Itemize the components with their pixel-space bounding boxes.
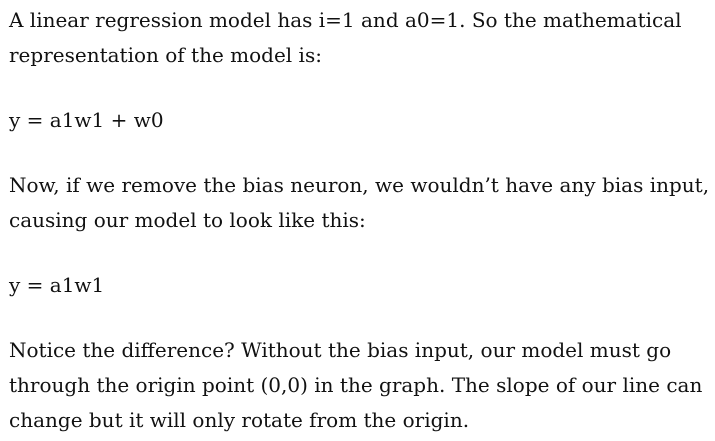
intro-paragraph: A linear regression model has i=1 and a0… bbox=[9, 3, 715, 73]
remove-bias-line-2: causing our model to look like this: bbox=[9, 208, 366, 232]
notice-line-2: through the origin point (0,0) in the gr… bbox=[9, 373, 703, 397]
notice-paragraph: Notice the difference? Without the bias … bbox=[9, 333, 715, 438]
intro-line-2: representation of the model is: bbox=[9, 43, 322, 67]
intro-line-1: A linear regression model has i=1 and a0… bbox=[9, 8, 682, 32]
notice-line-1: Notice the difference? Without the bias … bbox=[9, 338, 672, 362]
equation-with-bias: y = a1w1 + w0 bbox=[9, 108, 164, 132]
document-body: A linear regression model has i=1 and a0… bbox=[9, 3, 715, 438]
remove-bias-line-1: Now, if we remove the bias neuron, we wo… bbox=[9, 173, 710, 197]
remove-bias-paragraph: Now, if we remove the bias neuron, we wo… bbox=[9, 168, 715, 238]
equation-without-bias: y = a1w1 bbox=[9, 273, 105, 297]
notice-line-3: change but it will only rotate from the … bbox=[9, 408, 470, 432]
